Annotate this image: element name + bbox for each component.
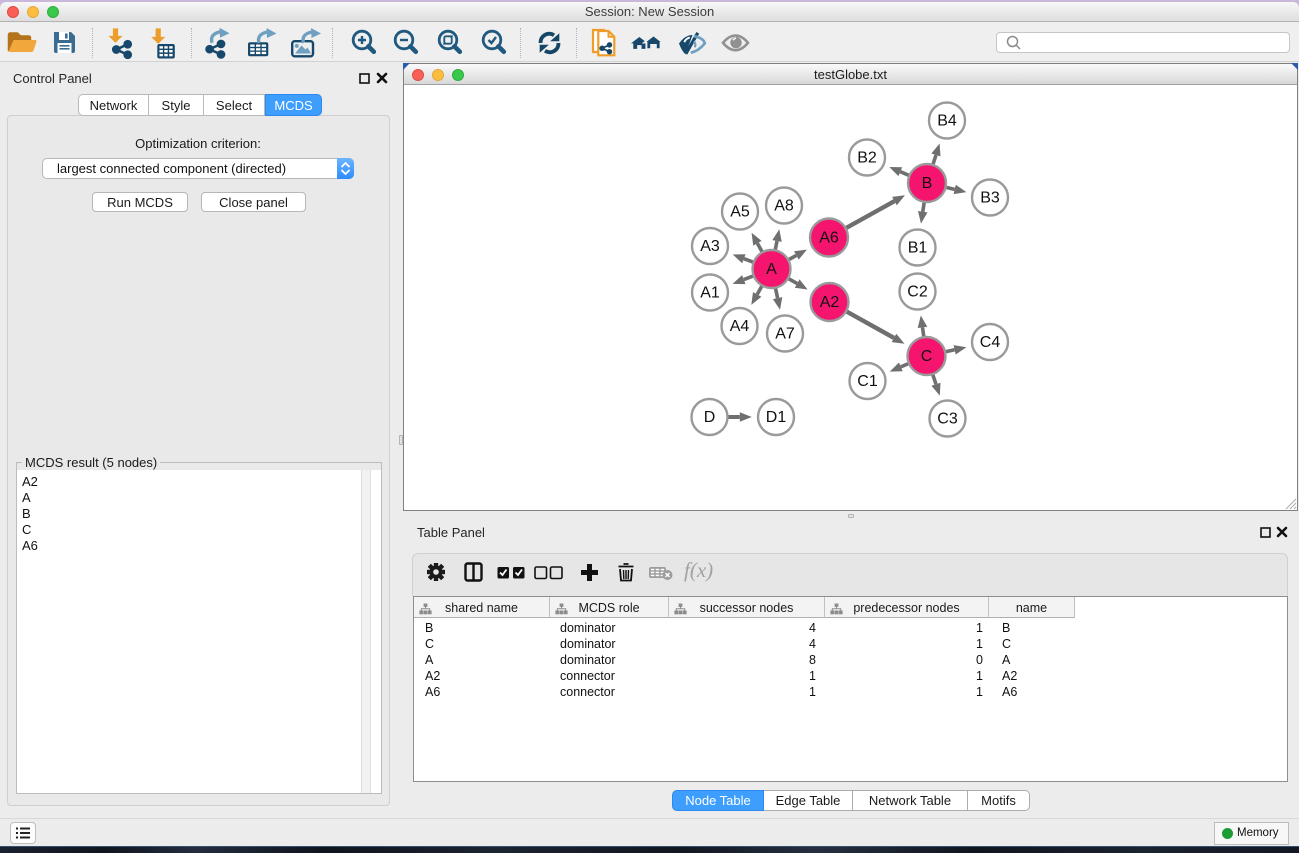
svg-text:C4: C4 (980, 334, 1001, 351)
svg-text:A4: A4 (730, 318, 750, 335)
svg-text:C2: C2 (907, 284, 928, 301)
svg-text:B4: B4 (937, 113, 957, 130)
svg-text:B2: B2 (857, 150, 877, 167)
svg-text:C1: C1 (857, 373, 878, 390)
svg-text:B1: B1 (908, 240, 928, 257)
svg-text:A5: A5 (730, 204, 750, 221)
svg-text:D1: D1 (766, 409, 787, 426)
svg-text:A1: A1 (700, 285, 720, 302)
svg-text:D: D (704, 409, 716, 426)
svg-text:A: A (766, 261, 777, 278)
svg-text:C3: C3 (937, 411, 958, 428)
svg-text:A7: A7 (775, 326, 795, 343)
svg-text:B3: B3 (980, 190, 1000, 207)
svg-text:A6: A6 (819, 230, 839, 247)
svg-text:B: B (922, 175, 933, 192)
svg-text:A8: A8 (774, 198, 794, 215)
svg-text:A3: A3 (700, 238, 720, 255)
svg-text:C: C (921, 348, 933, 365)
svg-text:A2: A2 (820, 294, 840, 311)
